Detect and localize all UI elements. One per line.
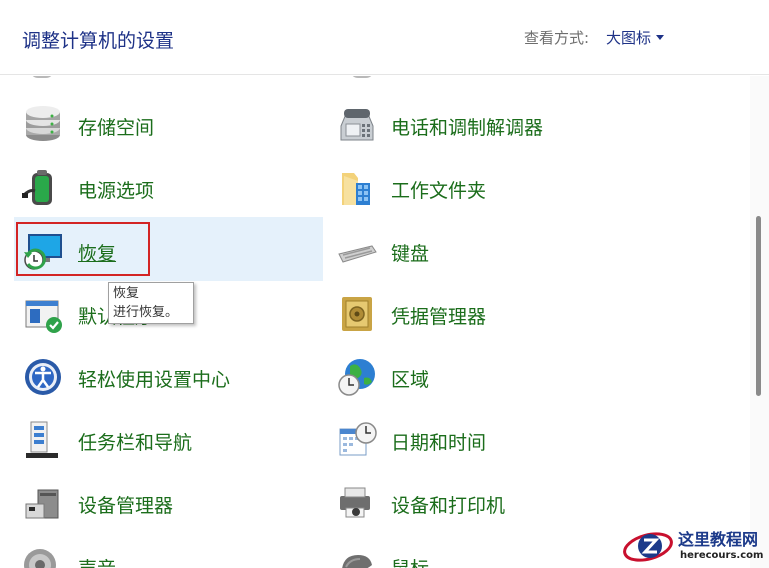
item-label[interactable]: 存储空间: [78, 113, 154, 140]
item-label[interactable]: 凭据管理器: [391, 302, 486, 329]
item-keyboard[interactable]: 键盘: [320, 218, 740, 280]
item-label[interactable]: 键盘: [391, 239, 429, 266]
watermark-title: 这里教程网: [678, 530, 759, 549]
keyboard-icon: [338, 245, 377, 263]
scrollbar-thumb[interactable]: [756, 216, 761, 396]
item-label[interactable]: 任务栏和导航: [78, 428, 192, 455]
globe-clock-icon: [338, 359, 375, 396]
caret-down-icon[interactable]: [656, 35, 665, 40]
item-label[interactable]: 声音: [78, 554, 116, 568]
calendar-clock-icon: [339, 422, 377, 456]
item-storage-spaces[interactable]: 存储空间: [0, 92, 320, 154]
item-sound[interactable]: 声音: [0, 533, 320, 568]
item-label[interactable]: 电话和调制解调器: [391, 113, 543, 140]
header: 调整计算机的设置 查看方式: 大图标: [0, 0, 769, 75]
item-credential-manager[interactable]: 凭据管理器: [320, 281, 740, 343]
item-label[interactable]: 设备管理器: [78, 491, 173, 518]
default-programs-icon: [25, 300, 62, 333]
device-manager-icon: [25, 489, 59, 519]
item-power-options[interactable]: 电源选项: [0, 155, 320, 217]
partial-item-icon: [350, 76, 374, 78]
speaker-icon: [24, 549, 56, 568]
vertical-scrollbar[interactable]: [750, 76, 769, 568]
item-label[interactable]: 轻松使用设置中心: [78, 365, 230, 392]
watermark: 这里教程网 herecours.com: [618, 522, 769, 568]
vault-icon: [342, 297, 372, 331]
view-by-value[interactable]: 大图标: [606, 29, 651, 47]
storage-spaces-icon: [26, 106, 60, 141]
view-by-dropdown[interactable]: 大图标: [606, 27, 665, 48]
tooltip: 恢复 进行恢复。: [108, 282, 194, 324]
item-ease-of-access[interactable]: 轻松使用设置中心: [0, 344, 320, 406]
battery-icon: [22, 170, 52, 205]
item-label[interactable]: 电源选项: [78, 176, 154, 203]
watermark-logo-icon: [623, 532, 673, 562]
item-date-time[interactable]: 日期和时间: [320, 407, 740, 469]
mouse-icon: [342, 555, 372, 568]
watermark-url: herecours.com: [680, 550, 764, 561]
item-region[interactable]: 区域: [320, 344, 740, 406]
partial-item-icon: [30, 76, 54, 78]
highlight-box: [16, 222, 150, 276]
item-work-folders[interactable]: 工作文件夹: [320, 155, 740, 217]
item-phone-modem[interactable]: 电话和调制解调器: [320, 92, 740, 154]
page-title: 调整计算机的设置: [22, 30, 175, 52]
item-taskbar-navigation[interactable]: 任务栏和导航: [0, 407, 320, 469]
printer-icon: [340, 487, 370, 518]
phone-icon: [340, 109, 374, 141]
item-label[interactable]: 鼠标: [391, 554, 429, 568]
tooltip-description: 进行恢复。: [113, 305, 179, 320]
item-device-manager[interactable]: 设备管理器: [0, 470, 320, 532]
item-label[interactable]: 区域: [391, 365, 429, 392]
view-by-label: 查看方式:: [524, 29, 590, 47]
item-label[interactable]: 设备和打印机: [391, 491, 505, 518]
taskbar-icon: [26, 421, 58, 458]
item-label[interactable]: 日期和时间: [391, 428, 486, 455]
item-label[interactable]: 工作文件夹: [391, 176, 486, 203]
work-folders-icon: [342, 173, 370, 205]
ease-of-access-icon: [25, 359, 61, 395]
tooltip-title: 恢复: [113, 286, 140, 301]
